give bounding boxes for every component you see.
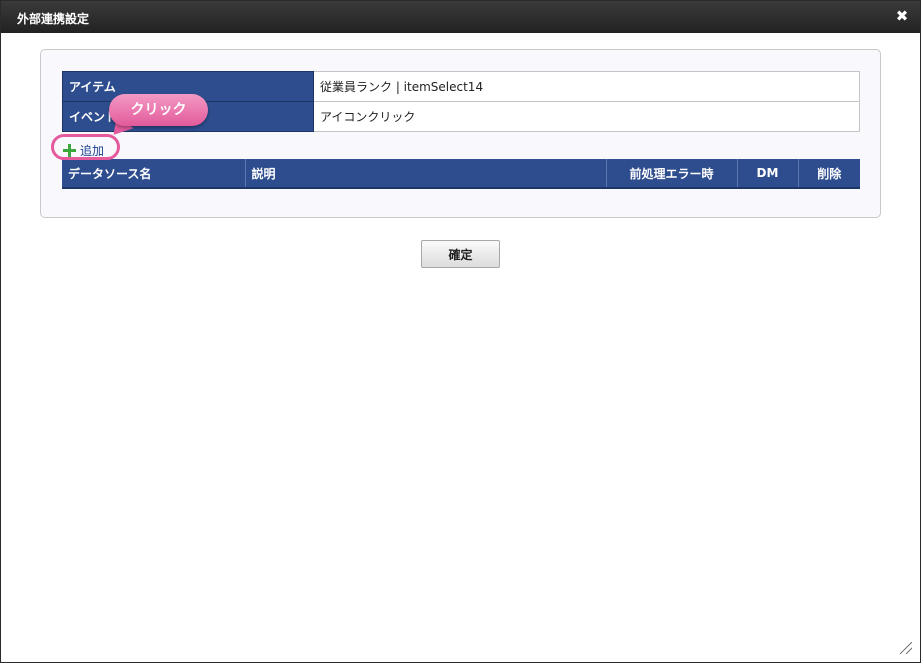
col-delete: 削除 [797, 159, 860, 189]
click-highlight-ring [51, 134, 120, 160]
resize-grip-icon[interactable] [900, 642, 912, 654]
settings-panel: アイテム 従業員ランク | itemSelect14 イベント アイコンクリック… [40, 49, 881, 218]
item-value: 従業員ランク | itemSelect14 [313, 71, 860, 102]
confirm-button[interactable]: 確定 [421, 240, 500, 268]
col-dm: DM [736, 159, 798, 189]
dialog-titlebar[interactable]: 外部連携設定 ✖ [1, 1, 920, 33]
click-callout: クリック [109, 94, 208, 126]
datasource-table: データソース名 説明 前処理エラー時 DM 削除 [62, 159, 860, 189]
col-datasource-name: データソース名 [62, 159, 245, 189]
col-description: 説明 [244, 159, 606, 189]
dialog-title: 外部連携設定 [17, 12, 90, 26]
col-preprocess-error: 前処理エラー時 [605, 159, 737, 189]
close-icon[interactable]: ✖ [894, 8, 910, 24]
datasource-header-row: データソース名 説明 前処理エラー時 DM 削除 [62, 159, 860, 189]
external-link-settings-dialog: 外部連携設定 ✖ アイテム 従業員ランク | itemSelect14 イベント… [0, 0, 921, 663]
event-value: アイコンクリック [313, 101, 860, 132]
